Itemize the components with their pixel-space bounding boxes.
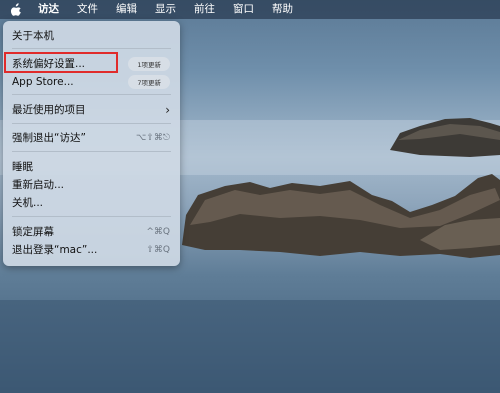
menu-item-sleep[interactable]: 睡眠: [3, 158, 180, 175]
apple-logo-icon: [11, 3, 21, 16]
sleep-label: 睡眠: [12, 161, 33, 173]
menu-file[interactable]: 文件: [68, 0, 107, 19]
menu-separator: [12, 123, 171, 124]
menu-help[interactable]: 帮助: [263, 0, 302, 19]
lock-screen-label: 锁定屏幕: [12, 226, 54, 238]
menu-view[interactable]: 显示: [146, 0, 185, 19]
menu-item-restart[interactable]: 重新启动...: [3, 176, 180, 193]
lock-screen-shortcut: ^⌘Q: [146, 226, 170, 237]
log-out-label: 退出登录“mac”...: [12, 244, 98, 256]
menu-item-recent-items[interactable]: 最近使用的项目 ›: [3, 101, 180, 118]
menu-separator: [12, 216, 171, 217]
menu-item-force-quit[interactable]: 强制退出“访达” ⌥⇧⌘⎋: [3, 129, 180, 146]
apple-menu-button[interactable]: [0, 0, 29, 19]
menu-item-lock-screen[interactable]: 锁定屏幕 ^⌘Q: [3, 223, 180, 240]
app-store-label: App Store...: [12, 75, 74, 88]
log-out-shortcut: ⇧⌘Q: [146, 244, 170, 255]
menu-finder[interactable]: 访达: [29, 0, 68, 19]
update-badge: 7项更新: [128, 74, 170, 89]
menu-bar: 访达 文件 编辑 显示 前往 窗口 帮助: [0, 0, 500, 19]
annotation-highlight-box: [4, 52, 118, 73]
menu-separator: [12, 94, 171, 95]
chevron-right-icon: ›: [165, 102, 170, 117]
menu-window[interactable]: 窗口: [224, 0, 263, 19]
force-quit-label: 强制退出“访达”: [12, 132, 86, 144]
menu-edit[interactable]: 编辑: [107, 0, 146, 19]
restart-label: 重新启动...: [12, 179, 65, 191]
recent-items-label: 最近使用的项目: [12, 104, 86, 116]
update-badge: 1项更新: [128, 56, 170, 71]
about-label: 关于本机: [12, 30, 54, 42]
menu-item-shutdown[interactable]: 关机...: [3, 194, 180, 211]
menu-go[interactable]: 前往: [185, 0, 224, 19]
menu-item-log-out[interactable]: 退出登录“mac”... ⇧⌘Q: [3, 241, 180, 258]
menu-item-app-store[interactable]: App Store... 7项更新: [3, 73, 180, 90]
shutdown-label: 关机...: [12, 197, 44, 209]
menu-separator: [12, 48, 171, 49]
menu-separator: [12, 151, 171, 152]
force-quit-shortcut: ⌥⇧⌘⎋: [135, 132, 170, 143]
menu-item-about[interactable]: 关于本机: [3, 27, 180, 44]
deep-water: [0, 300, 500, 393]
